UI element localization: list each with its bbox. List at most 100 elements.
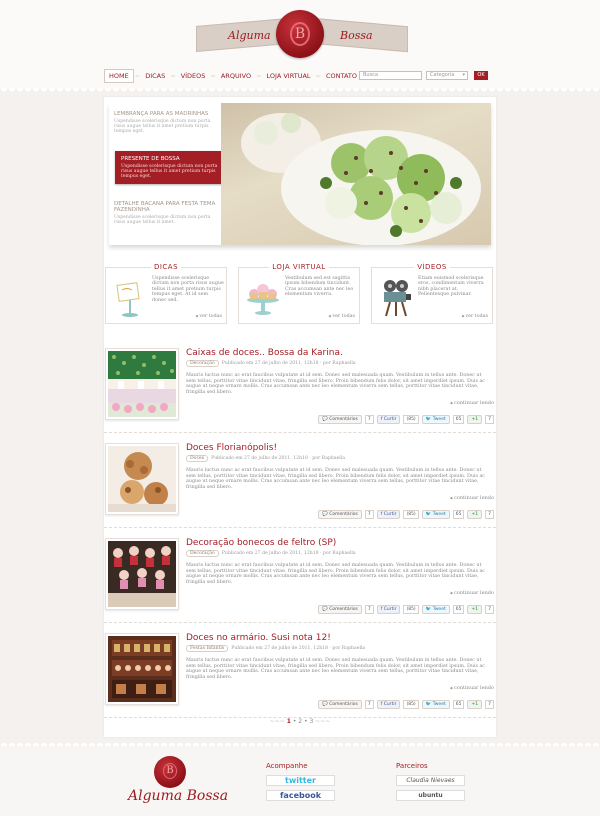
google-plus-button[interactable]: +1 — [467, 605, 483, 614]
post-category-tag[interactable]: Doces — [186, 455, 209, 462]
feature-more-link[interactable]: ver todas — [462, 314, 488, 319]
post-title[interactable]: Caixas de doces.. Bossa da Karina. — [186, 348, 343, 358]
nav-arquivo[interactable]: Arquivo — [217, 70, 255, 82]
main-content: Lembrança para as madrinhas Uspendisse s… — [104, 97, 496, 737]
post-photo — [108, 636, 176, 702]
pagination: ~~~ 1 • 2 • 3 ~~~ — [104, 718, 496, 725]
continue-reading-link[interactable]: continuar lendo — [450, 685, 494, 691]
facebook-count: (85) — [403, 415, 419, 424]
continue-reading-link[interactable]: continuar lendo — [450, 590, 494, 596]
post-title[interactable]: Doces no armário. Susi nota 12! — [186, 633, 331, 643]
google-plus-button[interactable]: +1 — [467, 510, 483, 519]
category-select[interactable]: Categoria — [426, 71, 468, 80]
facebook-count: (85) — [403, 605, 419, 614]
nav-separator: ~ — [210, 72, 216, 80]
slider-list: Lembrança para as madrinhas Uspendisse s… — [109, 103, 227, 245]
film-projector-icon — [384, 280, 411, 317]
comments-count: 7 — [364, 510, 374, 519]
post-title[interactable]: Doces Florianópolis! — [186, 443, 277, 453]
post-category-tag[interactable]: Decoração — [186, 550, 219, 557]
slider-item[interactable]: Lembrança para as madrinhas Uspendisse s… — [109, 109, 221, 136]
slider-item[interactable]: Detalhe bacana para festa tema Fazendinh… — [109, 199, 221, 227]
comments-button[interactable]: 💬 Comentários — [318, 510, 362, 519]
tweet-count: 65 — [452, 605, 465, 614]
plus-count: 7 — [485, 605, 494, 614]
post-meta: Festas Infantis Publicado em 27 de julho … — [186, 645, 365, 652]
facebook-like-button[interactable]: f Curtir — [376, 415, 401, 424]
plus-count: 7 — [485, 700, 494, 709]
seal-monogram-icon: B — [163, 763, 177, 779]
flag-stand-icon — [116, 282, 140, 317]
logo-word-left[interactable]: Alguma — [228, 29, 271, 42]
post-meta: Doces Publicado em 27 de julho de 2011, 1… — [186, 455, 345, 462]
feature-videos: VÍDEOS Etiam euismod scelerisque eros, c… — [371, 263, 493, 324]
nav-videos[interactable]: Vídeos — [177, 70, 210, 82]
plus-count: 7 — [485, 510, 494, 519]
seal-monogram-icon: B — [290, 22, 310, 46]
feature-desc: Etiam euismod scelerisque eros, condimen… — [418, 276, 484, 298]
continue-reading-link[interactable]: continuar lendo — [450, 400, 494, 406]
share-bar: 💬 Comentários 7 f Curtir (85) 🐦 Tweet 65… — [318, 605, 494, 614]
page-link-current[interactable]: 1 — [287, 718, 291, 725]
feature-more-link[interactable]: ver todas — [196, 314, 222, 319]
slider-item-active[interactable]: Presente de Bossa Uspendisse scelerisque… — [115, 151, 227, 184]
post-thumbnail[interactable] — [105, 443, 179, 515]
facebook-link[interactable]: facebook — [266, 790, 335, 801]
google-plus-button[interactable]: +1 — [467, 700, 483, 709]
comments-button[interactable]: 💬 Comentários — [318, 605, 362, 614]
feature-title: VÍDEOS — [372, 263, 492, 271]
slider-item-desc: Uspendisse scelerisque dictum non porta … — [114, 119, 211, 134]
pager-ornament-left: ~~~ — [269, 718, 285, 725]
post-item: Doces Florianópolis! Doces Publicado em 2… — [104, 443, 496, 528]
tweet-button[interactable]: 🐦 Tweet — [421, 415, 450, 424]
comments-button[interactable]: 💬 Comentários — [318, 700, 362, 709]
tweet-button[interactable]: 🐦 Tweet — [421, 510, 450, 519]
slider-item-title: Presente de Bossa — [121, 156, 180, 162]
nav-dicas[interactable]: Dicas — [141, 70, 169, 82]
facebook-like-button[interactable]: f Curtir — [376, 700, 401, 709]
post-date: Publicado em 27 de julho de 2011, 12h18 … — [221, 361, 356, 366]
post-thumbnail[interactable] — [105, 348, 179, 420]
share-bar: 💬 Comentários 7 f Curtir (85) 🐦 Tweet 65… — [318, 415, 494, 424]
nav-loja-virtual[interactable]: Loja Virtual — [263, 70, 315, 82]
page-link[interactable]: 3 — [309, 718, 313, 725]
facebook-like-button[interactable]: f Curtir — [376, 510, 401, 519]
facebook-like-button[interactable]: f Curtir — [376, 605, 401, 614]
wax-seal-logo[interactable]: B — [276, 10, 324, 58]
comments-count: 7 — [364, 700, 374, 709]
continue-reading-link[interactable]: continuar lendo — [450, 495, 494, 501]
search-ok-button[interactable]: OK — [474, 71, 488, 80]
tweet-button[interactable]: 🐦 Tweet — [421, 700, 450, 709]
nav-separator: ~ — [315, 72, 321, 80]
post-thumbnail[interactable] — [105, 538, 179, 610]
footer-brand-name: Alguma Bossa — [128, 788, 229, 804]
comments-button[interactable]: 💬 Comentários — [318, 415, 362, 424]
hero-image[interactable] — [221, 103, 491, 245]
logo-word-right[interactable]: Bossa — [340, 29, 373, 42]
partner-logo-claudia[interactable]: Claudia Nievaes — [396, 775, 465, 786]
post-excerpt: Mauris luctus nunc ac erat faucibus vulp… — [186, 658, 485, 680]
post-category-tag[interactable]: Festas Infantis — [186, 645, 229, 652]
page-link[interactable]: 2 — [298, 718, 302, 725]
tweet-count: 65 — [452, 510, 465, 519]
google-plus-button[interactable]: +1 — [467, 415, 483, 424]
tweet-button[interactable]: 🐦 Tweet — [421, 605, 450, 614]
post-thumbnail[interactable] — [105, 633, 179, 705]
search-input[interactable]: Busca — [359, 71, 422, 80]
comments-count: 7 — [364, 605, 374, 614]
pager-ornament-right: ~~~ — [315, 718, 331, 725]
nav-home[interactable]: Home — [104, 69, 134, 83]
nav-contato[interactable]: Contato — [322, 70, 361, 82]
twitter-link[interactable]: twitter — [266, 775, 335, 786]
post-category-tag[interactable]: Decoração — [186, 360, 219, 367]
post-title[interactable]: Decoração bonecos de feltro (SP) — [186, 538, 336, 548]
footer-wax-seal-logo[interactable]: B — [154, 756, 186, 788]
post-date: Publicado em 27 de julho de 2011, 12h18 … — [211, 456, 345, 461]
partner-logo-ubuntu[interactable]: ubuntu — [396, 790, 465, 801]
post-meta: Decoração Publicado em 27 de julho de 201… — [186, 550, 356, 557]
slider-item-title: Detalhe bacana para festa tema Fazendinh… — [114, 201, 216, 213]
nav-separator: ~ — [170, 72, 176, 80]
nav-separator: ~ — [256, 72, 262, 80]
post-excerpt: Mauris luctus nunc ac erat faucibus vulp… — [186, 468, 485, 490]
feature-more-link[interactable]: ver todas — [329, 314, 355, 319]
